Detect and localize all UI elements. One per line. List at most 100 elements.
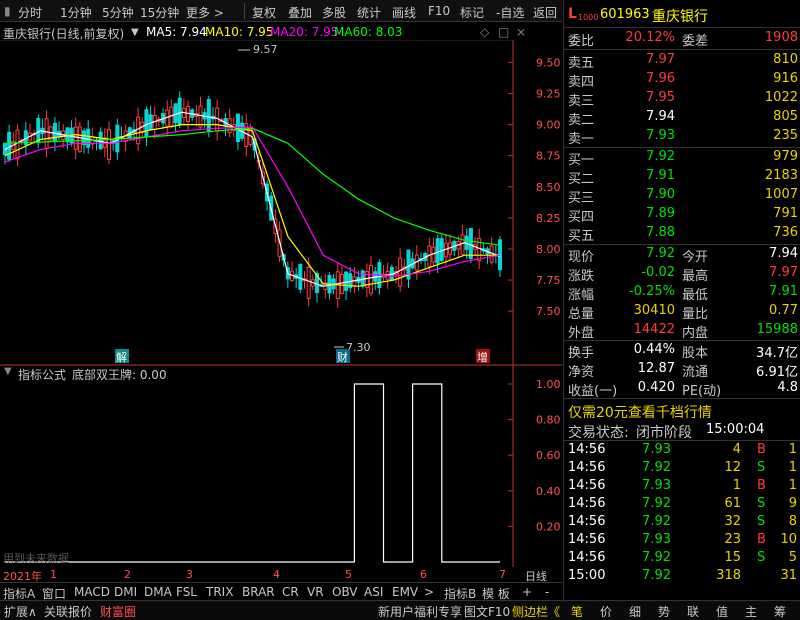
buy-level-label: 买四: [568, 210, 595, 225]
draw-line-button[interactable]: 画线: [392, 4, 416, 21]
tab-fsl[interactable]: FSL: [176, 585, 197, 599]
candle-body: [73, 126, 78, 150]
new-user-button[interactable]: 新用户福利专享: [378, 603, 462, 620]
quote-label: 最高: [682, 269, 709, 284]
y-tick-label: 9.50: [536, 56, 561, 69]
order-book-buy-row[interactable]: 买五 7.88 736: [564, 224, 800, 244]
tab-obv[interactable]: OBV: [332, 585, 358, 599]
mark-button[interactable]: 标记: [460, 4, 484, 21]
tab-vr[interactable]: VR: [307, 585, 324, 599]
ma5-label: MA5: 7.94: [146, 25, 207, 39]
quote-value: -0.25%: [629, 284, 675, 299]
quote-value: 7.94: [769, 246, 798, 261]
panel-tab-price[interactable]: 价: [600, 603, 612, 620]
panel-tab-detail[interactable]: 细: [629, 603, 641, 620]
tab-5min[interactable]: 5分钟: [102, 4, 134, 21]
order-book-sell-row[interactable]: 卖四 7.96 916: [564, 70, 800, 90]
sell-volume: 916: [773, 71, 798, 86]
quote-panel: L 1000 601963 重庆银行 委比 20.12% 委差 1908 卖五 7…: [563, 0, 800, 600]
stats-button[interactable]: 统计: [357, 4, 381, 21]
price-chart[interactable]: 9.50 9.25 9.00 8.75 8.50 8.25 8.00 7.75 7.50 9.5…: [0, 40, 562, 366]
panel-tab-chips[interactable]: 筹: [774, 603, 786, 620]
candle-body: [369, 265, 374, 294]
level-badge: L: [568, 6, 577, 22]
collapse-icon[interactable]: ▼: [131, 27, 139, 38]
remove-tab-button[interactable]: -: [545, 585, 549, 599]
marker-jie: 解: [116, 350, 127, 364]
back-button[interactable]: 返回: [533, 4, 557, 21]
order-book-buy-row[interactable]: 买二 7.91 2183: [564, 167, 800, 187]
remove-watchlist-button[interactable]: -自选: [496, 4, 524, 21]
marker-zeng: 增: [477, 350, 488, 364]
candle-body: [206, 99, 211, 132]
overlay-button[interactable]: 叠加: [288, 4, 312, 21]
order-book-sell-row[interactable]: 卖一 7.93 235: [564, 127, 800, 147]
quote-value: -0.02: [641, 265, 675, 280]
tab-cr[interactable]: CR: [282, 585, 299, 599]
trade-status-row: 交易状态: 闭市阶段 15:00:04: [564, 421, 800, 441]
f10-button[interactable]: F10: [428, 4, 450, 18]
future-data-watermark: 用到未来数据: [3, 551, 69, 565]
order-book-buy-row[interactable]: 买一 7.92 979: [564, 148, 800, 168]
tab-more[interactable]: 更多 >: [186, 4, 224, 21]
tab-dma[interactable]: DMA: [144, 585, 172, 599]
tab-intraday[interactable]: 分时: [18, 4, 42, 21]
diamond-icon[interactable]: ◇: [480, 25, 489, 39]
tick-volume: 12: [724, 460, 741, 475]
tabs-next-arrow[interactable]: >: [424, 585, 434, 599]
wealth-circle-button[interactable]: 财富圈: [100, 603, 136, 620]
promo-row[interactable]: 仅需20元查看千档行情: [564, 401, 800, 422]
related-quotes-button[interactable]: 关联报价: [44, 603, 92, 620]
quote-value: 30410: [633, 303, 675, 318]
stat-value: 0.420: [637, 380, 675, 395]
quote-label: 涨跌: [568, 269, 595, 284]
tick-direction: B: [757, 478, 766, 493]
tab-asi[interactable]: ASI: [364, 585, 383, 599]
sell-price: 7.95: [646, 90, 675, 105]
promo-text[interactable]: 仅需20元查看千档行情: [568, 402, 712, 422]
tab-macd[interactable]: MACD: [74, 585, 110, 599]
stat-value: 6.91亿: [756, 365, 798, 380]
order-book-buy-row[interactable]: 买四 7.89 791: [564, 205, 800, 225]
multi-stock-button[interactable]: 多股: [322, 4, 346, 21]
panel-tab-trades[interactable]: 笔: [571, 603, 583, 620]
candle-body: [106, 129, 111, 160]
expand-button[interactable]: 扩展∧: [4, 603, 37, 620]
tick-count: 1: [788, 478, 797, 493]
tab-brar[interactable]: BRAR: [242, 585, 275, 599]
sidebar-toggle-button[interactable]: 侧边栏《: [512, 603, 560, 620]
sell-price: 7.94: [646, 109, 675, 124]
add-tab-button[interactable]: +: [522, 585, 532, 599]
tab-1min[interactable]: 1分钟: [60, 4, 92, 21]
order-book-sell-row[interactable]: 卖二 7.94 805: [564, 108, 800, 128]
panel-tab-main[interactable]: 主: [745, 603, 757, 620]
order-book-sell-row[interactable]: 卖三 7.95 1022: [564, 89, 800, 109]
tab-dmi[interactable]: DMI: [114, 585, 137, 599]
panel-tab-linked[interactable]: 联: [687, 603, 699, 620]
y-tick-label: 9.00: [536, 119, 561, 132]
candle-body: [86, 128, 91, 148]
order-book-sell-row[interactable]: 卖五 7.97 810: [564, 51, 800, 71]
quote-value: 7.97: [769, 265, 798, 280]
tab-emv[interactable]: EMV: [392, 585, 418, 599]
quote-row: 涨幅 -0.25% 最低 7.91: [564, 283, 800, 303]
tick-direction: S: [757, 514, 766, 529]
y-tick-label: 7.50: [536, 305, 561, 318]
order-book-buy-row[interactable]: 买三 7.90 1007: [564, 186, 800, 206]
quote-label: 外盘: [568, 326, 595, 341]
toolbar-menu-icon[interactable]: ▮: [4, 4, 11, 18]
f10-graphic-button[interactable]: 图文F10: [464, 603, 510, 620]
expand-icon[interactable]: □: [498, 25, 509, 39]
buy-volume: 791: [773, 206, 798, 221]
y-tick-label: 8.75: [536, 150, 561, 163]
panel-tab-value[interactable]: 值: [716, 603, 728, 620]
y-tick-label: 8.50: [536, 181, 561, 194]
indicator-chart[interactable]: 1.00 0.80 0.60 0.40 0.20 用到未来数据: [0, 366, 562, 567]
panel-tab-trend[interactable]: 势: [658, 603, 670, 620]
close-icon[interactable]: ⨯: [516, 25, 526, 39]
fuquan-button[interactable]: 复权: [252, 4, 276, 21]
tab-15min[interactable]: 15分钟: [140, 4, 179, 21]
stat-label: 换手: [568, 346, 595, 361]
tab-trix[interactable]: TRIX: [206, 585, 233, 599]
tick-row: 14:56 7.93 1 B 1: [564, 477, 800, 495]
